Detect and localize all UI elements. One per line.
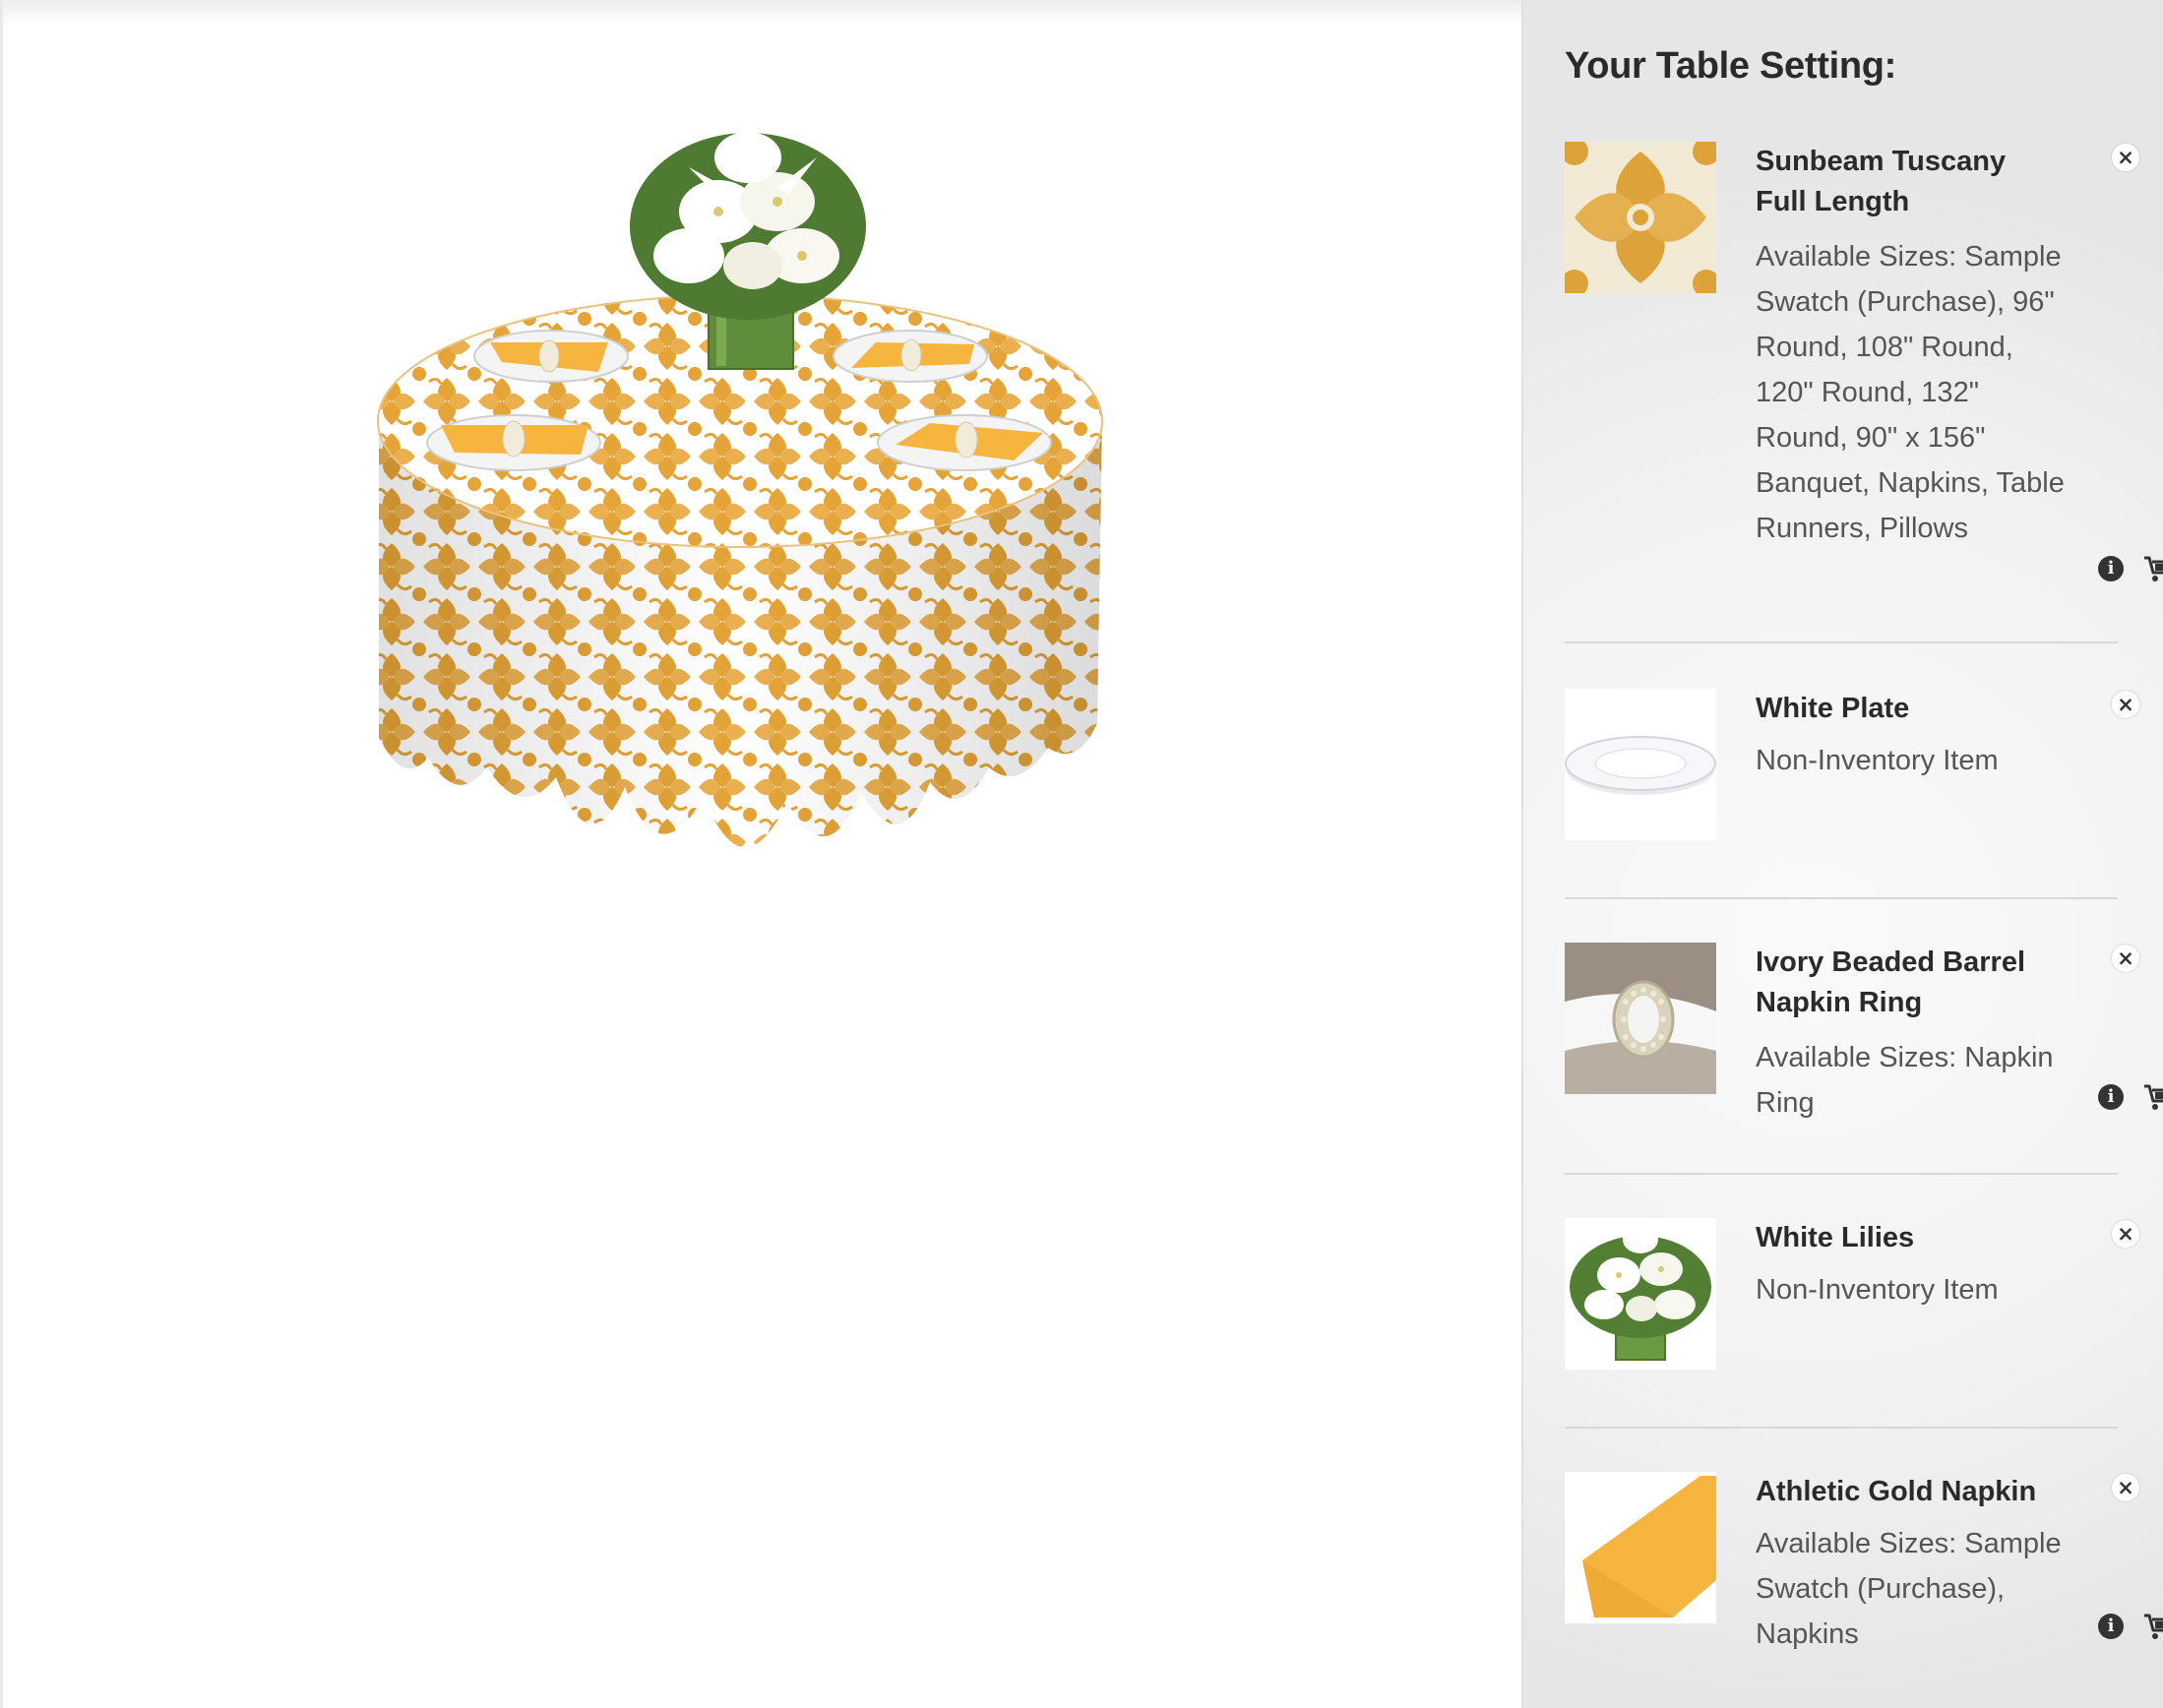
close-icon: ×: [2117, 1222, 2134, 1246]
item-name: Athletic Gold Napkin: [1756, 1476, 2037, 1507]
item-description: Available Sizes: Napkin Ring: [1756, 1042, 2054, 1119]
item-description: Available Sizes: Sample Swatch (Purchase…: [1756, 1528, 2062, 1650]
divider: [1565, 1427, 2118, 1429]
place-setting-front-right: [877, 414, 1052, 471]
panel-title: Your Table Setting:: [1565, 45, 1897, 87]
add-to-cart-icon[interactable]: [2143, 1083, 2163, 1111]
remove-item-button[interactable]: ×: [2112, 945, 2139, 972]
table-preview-canvas: [0, 0, 1521, 1708]
item-name: Ivory Beaded Barrel Napkin Ring: [1756, 946, 2026, 1018]
item-name: Sunbeam Tuscany Full Length: [1756, 146, 2007, 217]
plate-icon[interactable]: [1565, 689, 1716, 840]
remove-item-button[interactable]: ×: [2112, 691, 2139, 718]
remove-item-button[interactable]: ×: [2112, 1220, 2139, 1248]
damask-swatch-icon[interactable]: [1565, 142, 1716, 293]
item-description: Available Sizes: Sample Swatch (Purchase…: [1756, 241, 2065, 544]
add-to-cart-icon[interactable]: [2143, 1613, 2163, 1640]
item-name: White Plate: [1756, 693, 1910, 724]
table-setting-panel: Your Table Setting: Sunbeam Tuscany Full…: [1521, 0, 2163, 1708]
info-icon[interactable]: i: [2098, 1614, 2124, 1639]
add-to-cart-icon[interactable]: [2143, 555, 2163, 582]
close-icon: ×: [2117, 146, 2134, 169]
setting-item-napkin-ring: Ivory Beaded Barrel Napkin Ring Availabl…: [1565, 943, 2163, 1139]
divider: [1565, 641, 2118, 643]
napkin-ring-icon[interactable]: [1565, 943, 1716, 1094]
place-setting-front-left: [426, 414, 601, 471]
remove-item-button[interactable]: ×: [2112, 1474, 2139, 1501]
divider: [1565, 897, 2118, 899]
info-icon[interactable]: i: [2098, 556, 2124, 581]
canvas-left-edge: [0, 0, 3, 1708]
place-setting-back-right: [833, 330, 988, 383]
setting-item-gold-napkin: Athletic Gold Napkin Available Sizes: Sa…: [1565, 1472, 2163, 1669]
canvas-top-shade: [0, 0, 1521, 26]
setting-item-tablecloth: Sunbeam Tuscany Full Length Available Si…: [1565, 142, 2163, 634]
remove-item-button[interactable]: ×: [2112, 144, 2139, 171]
close-icon: ×: [2117, 946, 2134, 970]
item-name: White Lilies: [1756, 1222, 1915, 1253]
lilies-icon[interactable]: [1565, 1218, 1716, 1370]
place-setting-back-left: [473, 330, 629, 383]
item-description: Non-Inventory Item: [1756, 745, 1999, 776]
info-icon[interactable]: i: [2098, 1084, 2124, 1110]
setting-item-lilies: White Lilies Non-Inventory Item ×: [1565, 1218, 2139, 1395]
close-icon: ×: [2117, 693, 2134, 716]
item-description: Non-Inventory Item: [1756, 1274, 1999, 1306]
close-icon: ×: [2117, 1476, 2134, 1499]
gold-napkin-icon[interactable]: [1565, 1472, 1716, 1623]
setting-item-plate: White Plate Non-Inventory Item ×: [1565, 689, 2139, 846]
table-preview-image: [377, 132, 1103, 848]
divider: [1565, 1173, 2118, 1175]
